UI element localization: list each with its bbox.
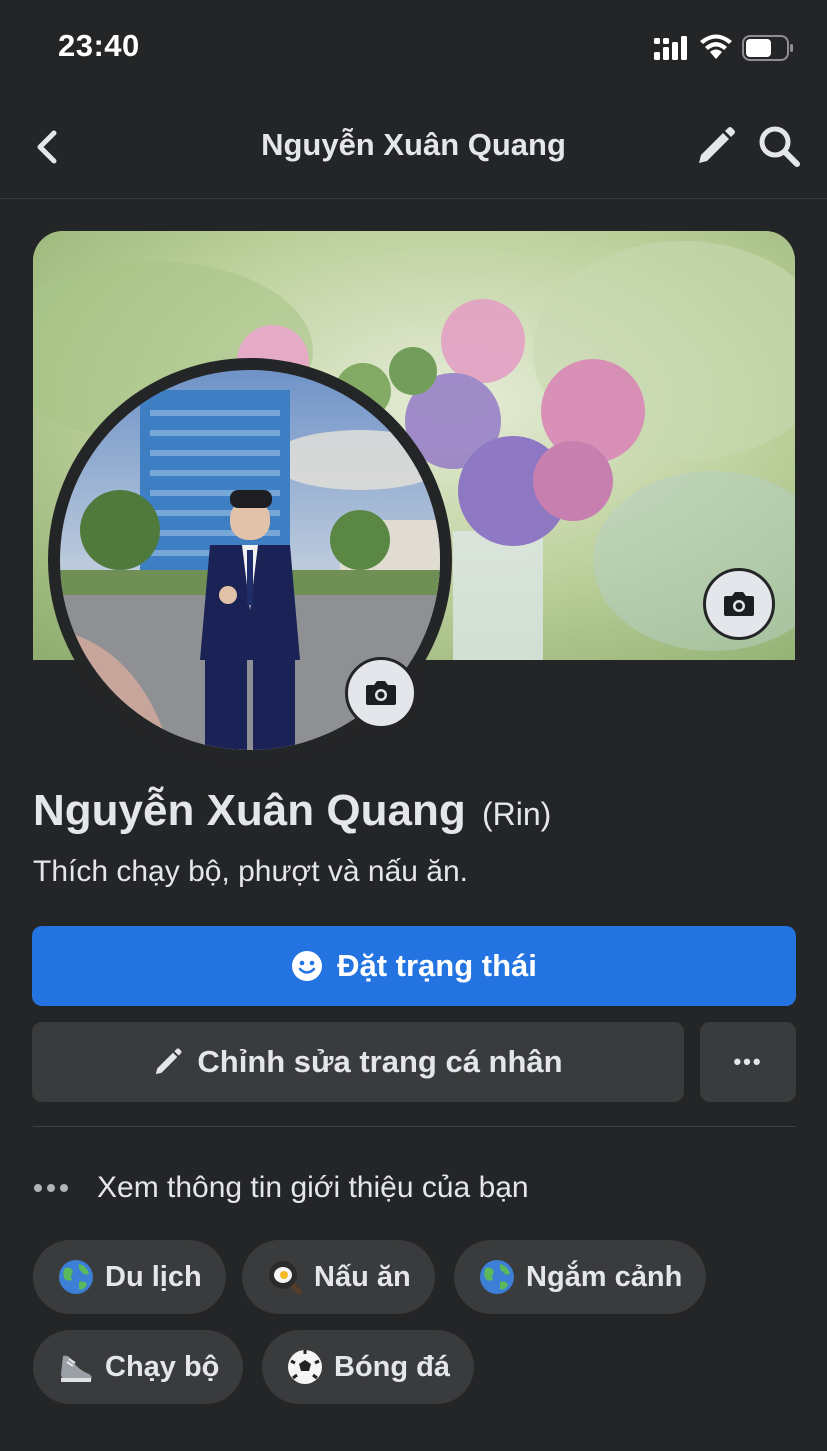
camera-icon <box>724 592 754 616</box>
change-avatar-button[interactable] <box>345 657 417 729</box>
ellipsis-icon <box>34 1184 68 1192</box>
battery-icon <box>742 35 793 61</box>
hobby-chip-football[interactable]: Bóng đá <box>262 1330 474 1404</box>
hobby-label: Chạy bộ <box>105 1350 220 1383</box>
more-options-icon: ••• <box>733 1049 763 1074</box>
smiley-icon <box>292 951 323 981</box>
hobby-chip-running[interactable]: Chạy bộ <box>33 1330 244 1404</box>
cooking-icon <box>269 1261 302 1295</box>
hobby-label: Bóng đá <box>334 1350 450 1383</box>
hobby-label: Nấu ăn <box>314 1260 411 1293</box>
change-cover-photo-button[interactable] <box>703 568 775 640</box>
profile-bio: Thích chạy bộ, phượt và nấu ăn. <box>33 855 469 888</box>
more-options-button[interactable]: ••• <box>700 1022 796 1102</box>
see-about-info-label: Xem thông tin giới thiệu của bạn <box>97 1171 529 1204</box>
set-status-button[interactable]: Đặt trạng thái <box>32 926 796 1006</box>
status-bar: 23:40 <box>0 0 827 95</box>
set-status-label: Đặt trạng thái <box>337 948 537 983</box>
hobby-chip-travel[interactable]: Du lịch <box>33 1240 226 1314</box>
edit-profile-label: Chỉnh sửa trang cá nhân <box>197 1044 563 1079</box>
pencil-icon[interactable] <box>695 125 737 167</box>
hobby-chip-cooking[interactable]: Nấu ăn <box>242 1240 435 1314</box>
running-shoe-icon <box>61 1355 92 1382</box>
edit-profile-button[interactable]: Chỉnh sửa trang cá nhân <box>32 1022 684 1102</box>
camera-icon <box>366 681 396 705</box>
pencil-icon <box>156 1048 182 1075</box>
hobby-chip-sightseeing[interactable]: Ngắm cảnh <box>454 1240 707 1314</box>
hobby-label: Du lịch <box>105 1260 202 1293</box>
navigation-bar: Nguyễn Xuân Quang <box>0 95 827 199</box>
hobby-label: Ngắm cảnh <box>526 1260 683 1293</box>
search-icon[interactable] <box>756 123 802 169</box>
wifi-icon <box>700 34 732 59</box>
see-about-info-link[interactable]: Xem thông tin giới thiệu của bạn <box>33 1165 529 1211</box>
globe-icon <box>480 1260 514 1294</box>
soccer-ball-icon <box>288 1350 322 1384</box>
profile-nickname: (Rin) <box>481 796 552 832</box>
cellular-signal-icon <box>654 36 687 60</box>
profile-name: Nguyễn Xuân Quang (Rin) <box>33 786 551 836</box>
section-divider <box>33 1126 796 1127</box>
globe-icon <box>59 1260 93 1294</box>
profile-full-name: Nguyễn Xuân Quang <box>33 786 466 835</box>
status-time: 23:40 <box>58 28 140 63</box>
